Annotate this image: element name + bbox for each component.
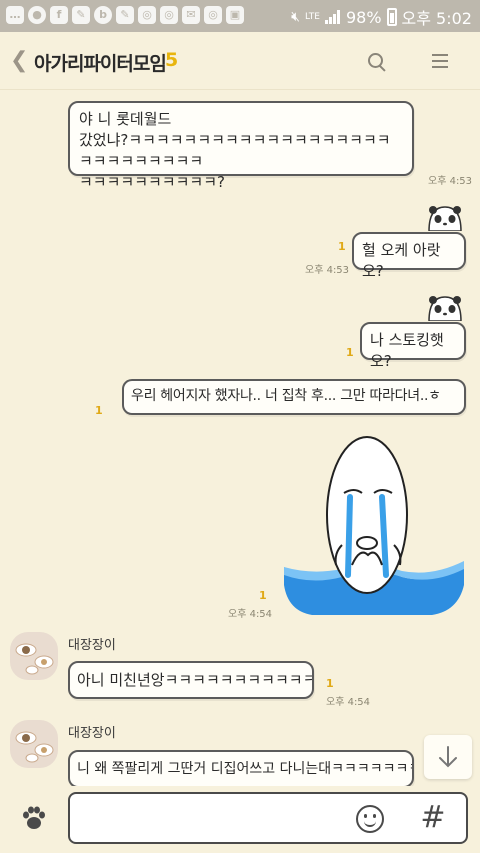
chevron-left-icon[interactable]: ❮: [10, 48, 28, 73]
chat-title: 아가리파이터모임: [34, 53, 167, 75]
unread-count: 1: [95, 404, 103, 417]
message-input-bar: #: [0, 786, 480, 853]
unread-count: 1: [326, 677, 334, 690]
signal-icon: [324, 9, 341, 25]
message-input-box: #: [68, 792, 468, 844]
panda-icon: [428, 296, 462, 321]
chat-header: ❮ 아가리파이터모임 5: [0, 32, 480, 90]
message-bubble[interactable]: 헐 오케 아랏오?: [352, 232, 466, 280]
member-count: 5: [165, 49, 179, 71]
avatar[interactable]: [10, 720, 58, 768]
mute-icon: 🔇︎: [291, 9, 300, 25]
notification-icons: … ● f ✎ b ✎ ◎ ◎ ✉ ◎ ▣: [6, 6, 244, 24]
message-bubble[interactable]: 우리 헤어지자 했자나.. 너 집착 후... 그만 따라다녀..ㅎ: [122, 379, 466, 415]
pill-notification-icon-2: ✎: [116, 6, 134, 24]
instagram-notification-icon-2: ◎: [160, 6, 178, 24]
message-time: 오후 4:53: [428, 176, 473, 187]
message-bubble[interactable]: 니 왜 쪽팔리게 그딴거 디집어쓰고 다니는대ㅋㅋㅋㅋㅋㅋㅋㅋ: [68, 750, 414, 788]
facebook-notification-icon: f: [50, 6, 68, 24]
chat-notification-icon: …: [6, 6, 24, 24]
instagram-notification-icon: ◎: [138, 6, 156, 24]
message-input[interactable]: [80, 806, 350, 832]
avatar[interactable]: [10, 632, 58, 680]
message-time: 오후 4:54: [326, 697, 371, 708]
sender-name: 대장장이: [68, 726, 116, 741]
record-notification-icon: ●: [28, 6, 46, 24]
menu-icon[interactable]: [432, 54, 448, 68]
lte-indicator: LTE: [305, 11, 320, 22]
app-notification-icon: b: [94, 6, 112, 24]
instagram-notification-icon-3: ◎: [204, 6, 222, 24]
arrow-down-icon: [439, 746, 457, 768]
clock: 오후 5:02: [401, 9, 472, 28]
hash-icon[interactable]: #: [418, 800, 448, 836]
mail-notification-icon: ✉: [182, 6, 200, 24]
battery-icon: [386, 8, 397, 26]
message-bubble[interactable]: 나 스토킹햇오?: [360, 322, 466, 370]
message-bubble[interactable]: 야 니 롯데월드 갔었냐?ㅋㅋㅋㅋㅋㅋㅋㅋㅋㅋㅋㅋㅋㅋㅋㅋㅋㅋㅋㅋㅋㅋㅋㅋㅋㅋㅋ…: [68, 101, 414, 191]
unread-count: 1: [338, 240, 346, 253]
message-time: 오후 4:53: [305, 265, 350, 276]
paw-icon[interactable]: [20, 804, 48, 832]
status-bar: … ● f ✎ b ✎ ◎ ◎ ✉ ◎ ▣ 🔇︎ LTE 98% 오후 5:02: [0, 0, 480, 32]
pill-notification-icon: ✎: [72, 6, 90, 24]
battery-percent: 98%: [345, 7, 382, 27]
scroll-down-button[interactable]: [424, 735, 472, 779]
search-icon[interactable]: [368, 53, 386, 71]
unread-count: 1: [259, 589, 267, 602]
message-time: 오후 4:54: [228, 609, 273, 620]
panda-icon: [428, 206, 462, 231]
image-notification-icon: ▣: [226, 6, 244, 24]
message-bubble[interactable]: 아니 미친년앙ㅋㅋㅋㅋㅋㅋㅋㅋㅋㅋㅋㅋㅋㅋㅋ: [68, 661, 314, 699]
emoji-icon[interactable]: [356, 805, 384, 833]
unread-count: 1: [346, 346, 354, 359]
crying-egg-head-sticker[interactable]: [282, 435, 466, 617]
status-right: 🔇︎ LTE 98% 오후 5:02: [291, 5, 472, 29]
sender-name: 대장장이: [68, 638, 116, 653]
